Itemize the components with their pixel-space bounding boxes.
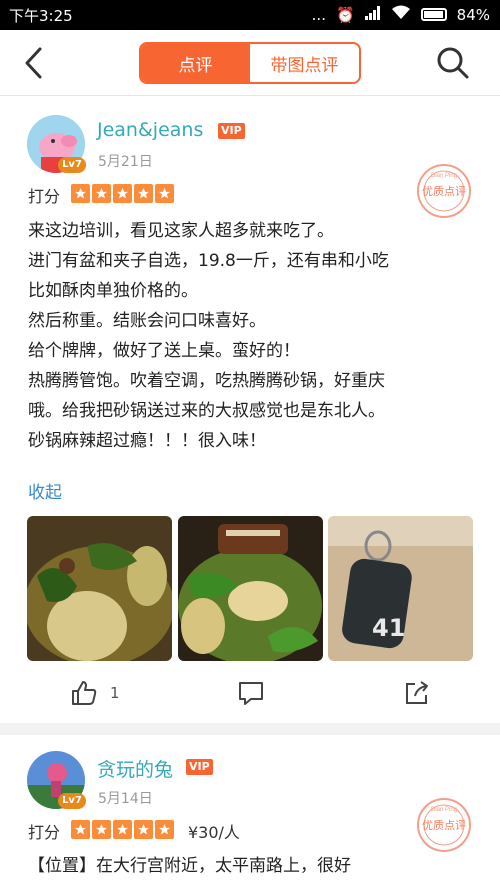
review-line: 比如酥肉单独价格的。 [28,281,198,301]
review-line: 进门有盆和夹子自选，19.8一斤，还有串和小吃 [28,251,389,271]
tab-reviews[interactable]: 点评 [141,44,250,82]
svg-text:优质点评: 优质点评 [422,819,466,832]
score-label: 打分 [28,823,61,842]
section-divider [0,723,500,735]
star-icon [71,184,90,203]
vip-badge: VIP [186,759,213,775]
review-date: 5月14日 [98,791,153,807]
review-line: 给个牌牌，做好了送上桌。蛮好的！ [28,341,300,361]
svg-text:Dian Ping: Dian Ping [431,807,457,813]
comment-button[interactable] [237,673,265,713]
back-button[interactable] [20,46,50,80]
star-icon [113,820,132,839]
review-photo[interactable]: 41 [328,516,473,661]
star-icon [92,184,111,203]
share-icon [406,681,428,704]
wifi-icon [391,5,411,24]
review-photo[interactable] [27,516,172,661]
vip-badge: VIP [218,123,245,139]
username[interactable]: 贪玩的兔 [97,755,173,782]
review-card: Lv7 贪玩的兔 VIP 5月14日 打分 ¥30/人 Dian Ping 优质… [0,735,500,889]
svg-text:Dian Ping: Dian Ping [431,173,457,179]
price-per-person: ¥30/人 [188,823,240,842]
quality-review-stamp: Dian Ping 优质点评 [416,163,472,219]
battery-icon [420,8,447,21]
status-bar: 下午3:25 ... ⏰ 84% [0,0,500,30]
back-arrow-icon [25,47,42,79]
top-nav-bar: 点评 带图点评 [0,30,500,96]
battery-percent: 84% [456,5,490,24]
thumbs-up-icon [72,681,97,705]
status-time: 下午3:25 [9,7,73,25]
review-photo[interactable] [178,516,323,661]
alarm-off-icon: ⏰ [335,5,355,24]
review-text: 【位置】在大行宫附近，太平南路上，很好 [28,851,351,881]
svg-text:41: 41 [372,614,405,642]
review-line: 热腾腾管饱。吹着空调，吃热腾腾砂锅，好重庆 [28,371,385,391]
star-rating [71,820,174,839]
level-badge: Lv7 [58,793,86,809]
review-line: 来这边培训，看见这家人超多就来吃了。 [28,221,334,241]
star-icon [134,820,153,839]
collapse-link[interactable]: 收起 [28,478,62,503]
review-date: 5月21日 [98,154,153,170]
share-button[interactable] [403,673,431,713]
search-icon [437,47,469,79]
star-icon [113,184,132,203]
star-icon [92,820,111,839]
review-line: 哦。给我把砂锅送过来的大叔感觉也是东北人。 [28,401,385,421]
search-button[interactable] [436,46,470,80]
review-text: 来这边培训，看见这家人超多就来吃了。 进门有盆和夹子自选，19.8一斤，还有串和… [28,216,389,456]
star-icon [155,184,174,203]
star-rating [71,184,174,203]
star-icon [134,184,153,203]
like-button[interactable]: 1 [70,673,120,713]
review-line: 然后称重。结账会问口味喜好。 [28,311,266,331]
review-line: 砂锅麻辣超过瘾！！！很入味！ [28,431,266,451]
score-label: 打分 [28,187,61,206]
dots-icon: ... [311,5,326,24]
tab-photo-reviews[interactable]: 带图点评 [250,44,359,82]
review-card: Lv7 Jean&jeans VIP 5月21日 打分 Dian Ping 优质… [0,97,500,722]
username[interactable]: Jean&jeans [97,119,203,141]
review-actions: 1 [0,673,500,713]
like-count: 1 [110,684,120,702]
review-tabs: 点评 带图点评 [139,42,361,84]
quality-review-stamp: Dian Ping 优质点评 [416,797,472,853]
comment-icon [239,682,263,705]
signal-icon [364,5,381,24]
svg-text:优质点评: 优质点评 [422,185,466,198]
review-line: 【位置】在大行宫附近，太平南路上，很好 [28,856,351,876]
star-icon [71,820,90,839]
star-icon [155,820,174,839]
level-badge: Lv7 [58,157,86,173]
